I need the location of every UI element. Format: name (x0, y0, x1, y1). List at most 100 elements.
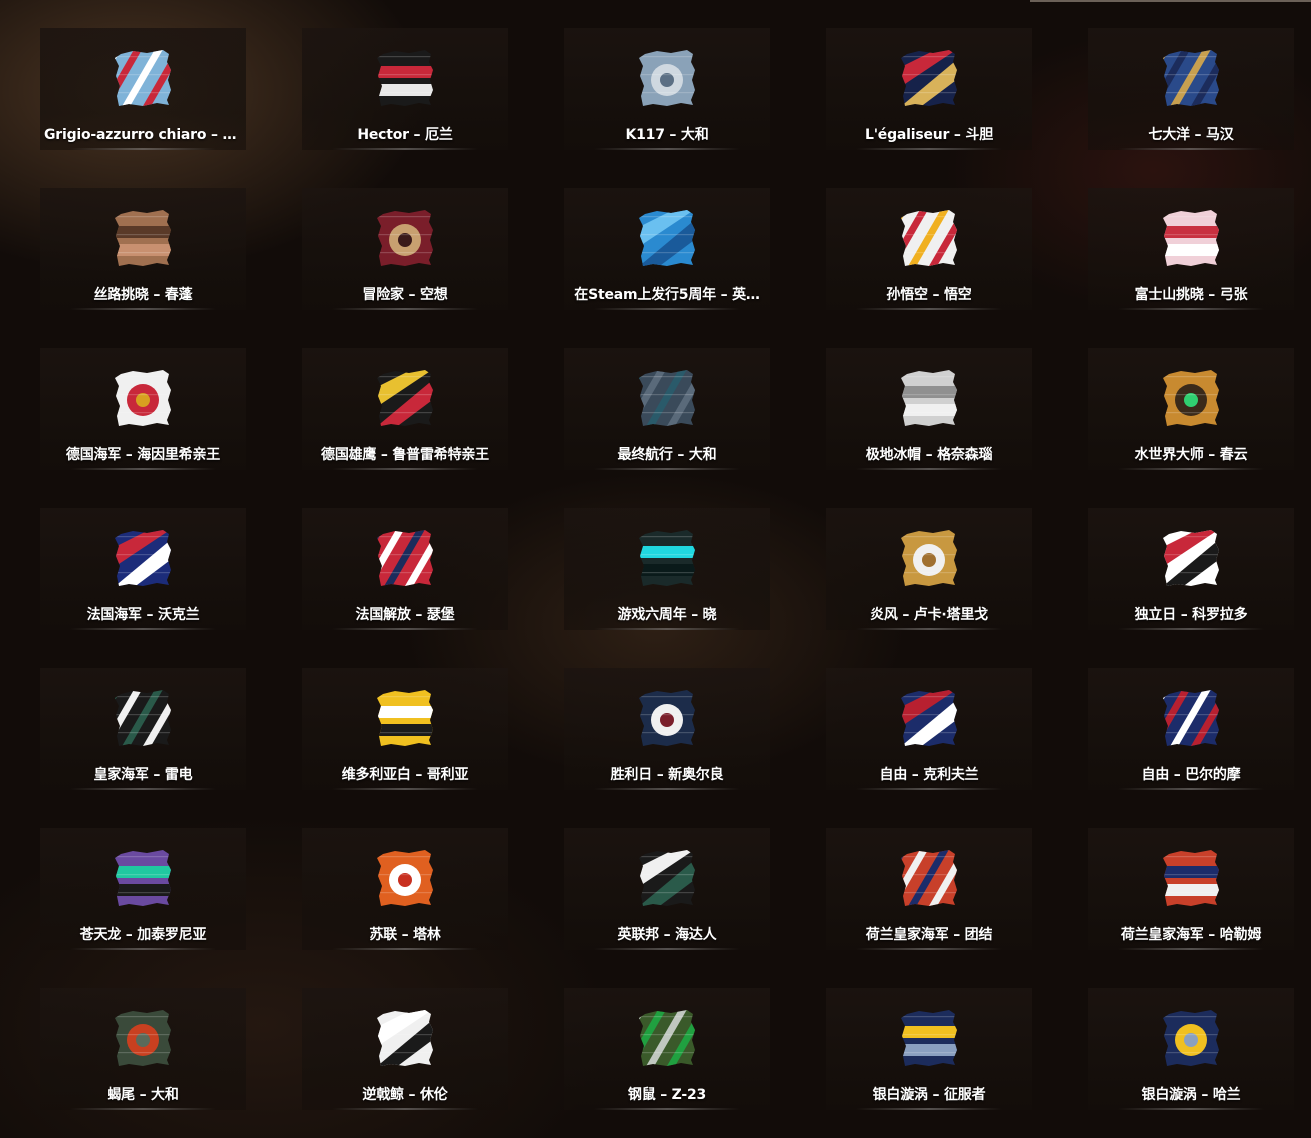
camouflage-tile[interactable]: 最终航行 – 大和 (564, 348, 770, 470)
camouflage-tile[interactable]: 富士山挑晓 – 弓张 (1088, 188, 1294, 310)
camouflage-name: 英联邦 – 海达人 (617, 927, 717, 943)
camo-adventurer-red-icon (375, 208, 435, 268)
camouflage-name: 德国雄鹰 – 鲁普雷希特亲王 (321, 447, 489, 463)
camouflage-name: 银白漩涡 – 征服者 (872, 1087, 986, 1103)
camouflage-tile[interactable]: 苏联 – 塔林 (302, 828, 508, 950)
camouflage-name: 在Steam上发行5周年 – 英… (574, 287, 760, 303)
camouflage-name: 法国解放 – 瑟堡 (355, 607, 455, 623)
camo-final-voyage-slate-icon (637, 368, 697, 428)
camo-blazing-wind-gold-icon (899, 528, 959, 588)
camouflage-tile[interactable]: 逆戟鲸 – 休伦 (302, 988, 508, 1110)
camouflage-name: 丝路挑晓 – 春蓬 (93, 287, 193, 303)
camouflage-name: 蝎尾 – 大和 (107, 1087, 179, 1103)
camouflage-tile[interactable]: 德国海军 – 海因里希亲王 (40, 348, 246, 470)
camouflage-name: 七大洋 – 马汉 (1148, 127, 1234, 143)
camouflage-tile[interactable]: 冒险家 – 空想 (302, 188, 508, 310)
camouflage-tile[interactable]: 自由 – 克利夫兰 (826, 668, 1032, 790)
camouflage-name: 独立日 – 科罗拉多 (1134, 607, 1248, 623)
camouflage-tile[interactable]: 胜利日 – 新奥尔良 (564, 668, 770, 790)
camouflage-name: 水世界大师 – 春云 (1134, 447, 1248, 463)
camouflage-tile[interactable]: 水世界大师 – 春云 (1088, 348, 1294, 470)
camouflage-name: L'égaliseur – 斗胆 (864, 127, 994, 143)
camo-german-navy-icon (113, 368, 173, 428)
camouflage-tile[interactable]: 钢鼠 – Z-23 (564, 988, 770, 1110)
camouflage-tile[interactable]: 自由 – 巴尔的摩 (1088, 668, 1294, 790)
camo-german-eagle-icon (375, 368, 435, 428)
camouflage-name: 炎风 – 卢卡·塔里戈 (870, 607, 988, 623)
camo-egaliseur-navy-icon (899, 48, 959, 108)
camo-wukong-cloud-icon (899, 208, 959, 268)
camouflage-tile[interactable]: 孙悟空 – 悟空 (826, 188, 1032, 310)
camouflage-name: 德国海军 – 海因里希亲王 (65, 447, 221, 463)
camouflage-tile[interactable]: 丝路挑晓 – 春蓬 (40, 188, 246, 310)
camo-soviet-orange-icon (375, 848, 435, 908)
camouflage-tile[interactable]: 苍天龙 – 加泰罗尼亚 (40, 828, 246, 950)
camo-scorpion-tail-icon (113, 1008, 173, 1068)
camouflage-tile[interactable]: 法国解放 – 瑟堡 (302, 508, 508, 630)
camouflage-name: 游戏六周年 – 晓 (617, 607, 717, 623)
camo-sky-dragon-icon (113, 848, 173, 908)
camouflage-tile[interactable]: 七大洋 – 马汉 (1088, 28, 1294, 150)
camouflage-name: Grigio-azzurro chiaro – 威… (44, 127, 242, 143)
camouflage-name: 自由 – 巴尔的摩 (1141, 767, 1241, 783)
camo-french-navy-wave-icon (113, 528, 173, 588)
camouflage-name: K117 – 大和 (625, 127, 709, 143)
camo-freedom-flag-alt-icon (1161, 688, 1221, 748)
camo-commonwealth-green-icon (637, 848, 697, 908)
camouflage-name: 逆戟鲸 – 休伦 (362, 1087, 448, 1103)
camo-steam-anniversary-blue-icon (637, 208, 697, 268)
camo-dutch-navy-stripes-icon (899, 848, 959, 908)
camouflage-name: 胜利日 – 新奥尔良 (610, 767, 724, 783)
camouflage-name: 孙悟空 – 悟空 (886, 287, 972, 303)
camo-victoria-white-icon (375, 688, 435, 748)
camouflage-tile[interactable]: Hector – 厄兰 (302, 28, 508, 150)
camo-silver-vortex-icon (899, 1008, 959, 1068)
camouflage-tile[interactable]: 法国海军 – 沃克兰 (40, 508, 246, 630)
camouflage-tile[interactable]: 游戏六周年 – 晓 (564, 508, 770, 630)
camo-sixth-anniversary-chevron-icon (637, 528, 697, 588)
camo-water-master-amber-icon (1161, 368, 1221, 428)
top-divider (1030, 0, 1311, 2)
camouflage-tile[interactable]: 极地冰帽 – 格奈森瑙 (826, 348, 1032, 470)
camouflage-tile[interactable]: 皇家海军 – 雷电 (40, 668, 246, 790)
camouflage-grid: Grigio-azzurro chiaro – 威… Hector – 厄兰 K11… (40, 28, 1294, 1110)
camouflage-name: 荷兰皇家海军 – 团结 (865, 927, 993, 943)
camouflage-name: 维多利亚白 – 哥利亚 (341, 767, 469, 783)
camo-fuji-cherry-icon (1161, 208, 1221, 268)
camouflage-name: 最终航行 – 大和 (617, 447, 717, 463)
camo-light-blue-stripes-icon (113, 48, 173, 108)
camouflage-name: 富士山挑晓 – 弓张 (1134, 287, 1248, 303)
camouflage-tile[interactable]: 独立日 – 科罗拉多 (1088, 508, 1294, 630)
camo-royal-navy-green-icon (113, 688, 173, 748)
camo-french-liberation-icon (375, 528, 435, 588)
camouflage-tile[interactable]: 荷兰皇家海军 – 团结 (826, 828, 1032, 950)
camo-dutch-navy-stripes-alt-icon (1161, 848, 1221, 908)
camouflage-name: 钢鼠 – Z-23 (627, 1087, 707, 1103)
camouflage-tile[interactable]: 在Steam上发行5周年 – 英… (564, 188, 770, 310)
camouflage-tile[interactable]: L'égaliseur – 斗胆 (826, 28, 1032, 150)
camo-independence-day-icon (1161, 528, 1221, 588)
camouflage-name: 荷兰皇家海军 – 哈勒姆 (1120, 927, 1262, 943)
camouflage-tile[interactable]: 银白漩涡 – 征服者 (826, 988, 1032, 1110)
camo-k117-grey-blue-icon (637, 48, 697, 108)
camouflage-tile[interactable]: K117 – 大和 (564, 28, 770, 150)
camouflage-name: 极地冰帽 – 格奈森瑙 (865, 447, 993, 463)
camo-freedom-flag-icon (899, 688, 959, 748)
camouflage-tile[interactable]: 荷兰皇家海军 – 哈勒姆 (1088, 828, 1294, 950)
camouflage-tile[interactable]: 英联邦 – 海达人 (564, 828, 770, 950)
camouflage-tile[interactable]: 德国雄鹰 – 鲁普雷希特亲王 (302, 348, 508, 470)
camouflage-name: 法国海军 – 沃克兰 (86, 607, 200, 623)
camo-silk-road-brown-icon (113, 208, 173, 268)
camouflage-tile[interactable]: Grigio-azzurro chiaro – 威… (40, 28, 246, 150)
camouflage-name: 银白漩涡 – 哈兰 (1141, 1087, 1241, 1103)
camouflage-name: 皇家海军 – 雷电 (93, 767, 193, 783)
camouflage-tile[interactable]: 炎风 – 卢卡·塔里戈 (826, 508, 1032, 630)
camouflage-name: 苍天龙 – 加泰罗尼亚 (79, 927, 207, 943)
camouflage-tile[interactable]: 蝎尾 – 大和 (40, 988, 246, 1110)
camo-orca-icon (375, 1008, 435, 1068)
camouflage-tile[interactable]: 银白漩涡 – 哈兰 (1088, 988, 1294, 1110)
camouflage-tile[interactable]: 维多利亚白 – 哥利亚 (302, 668, 508, 790)
camouflage-name: 自由 – 克利夫兰 (879, 767, 979, 783)
camo-hector-turbine-icon (375, 48, 435, 108)
camouflage-name: Hector – 厄兰 (357, 127, 453, 143)
